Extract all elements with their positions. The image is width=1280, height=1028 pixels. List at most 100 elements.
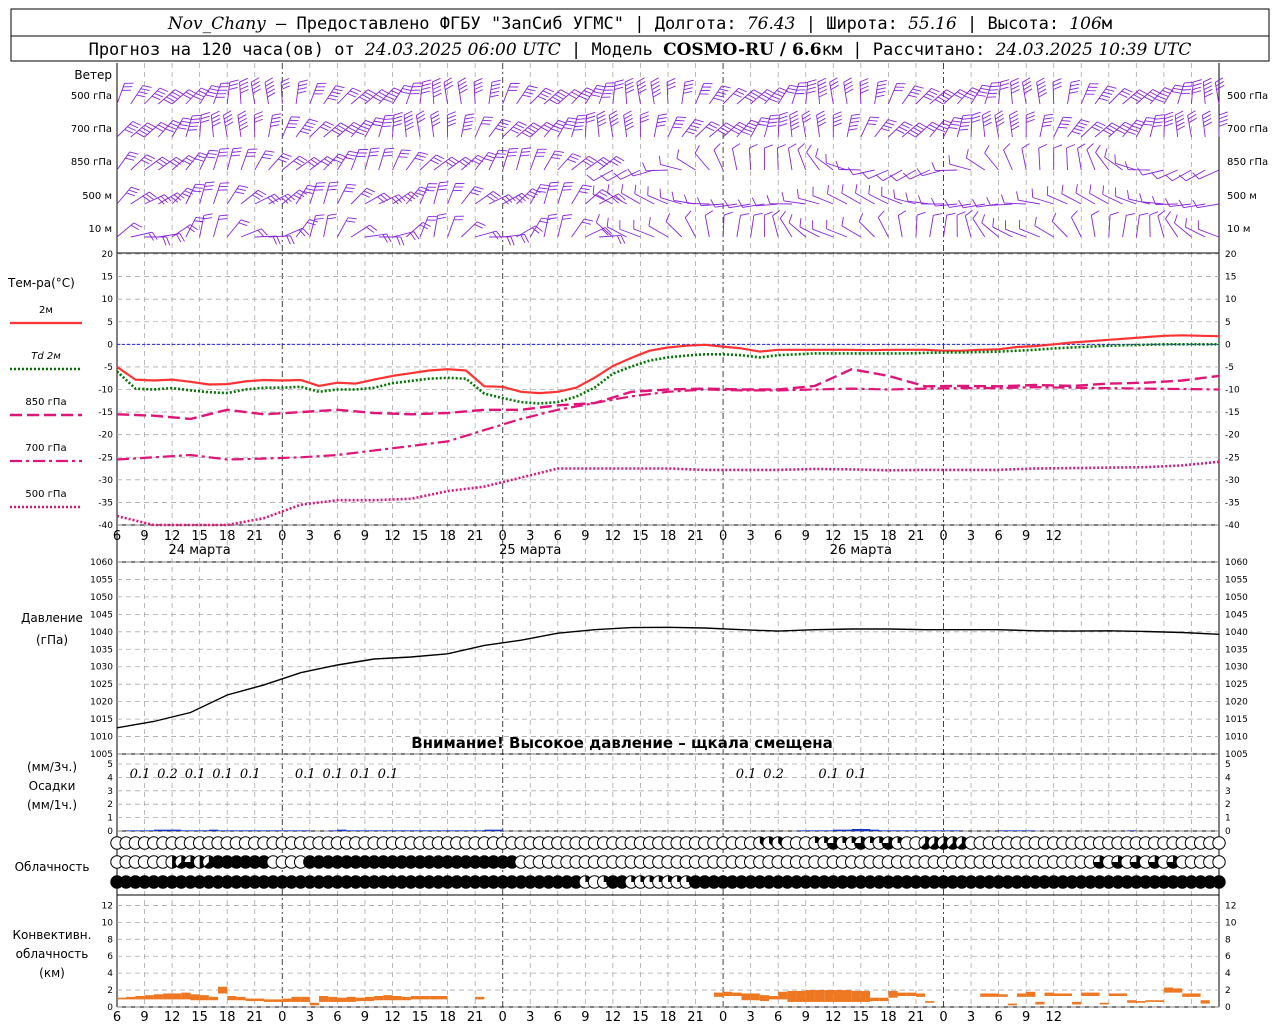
conv-xtick: 6: [994, 1010, 1002, 1024]
wind-barb-feather: [913, 128, 921, 132]
wind-barb-feather: [1147, 118, 1156, 119]
wind-barb: [365, 148, 380, 170]
wind-barb-staff: [1004, 150, 1013, 170]
wind-barb-feather: [855, 184, 856, 193]
pressure-ytick-right: 1030: [1225, 663, 1248, 673]
precip-bar: [420, 830, 429, 831]
conv-xtick: 6: [333, 1010, 341, 1024]
wind-barb: [705, 211, 713, 237]
conv-bar: [1045, 993, 1054, 996]
wind-barb-feather: [507, 156, 516, 157]
conv-bar: [760, 995, 769, 1001]
wind-barb-feather: [421, 91, 430, 93]
wind-barb-feather: [134, 223, 142, 227]
wind-barb-staff: [878, 217, 888, 237]
precip-label-bot: (мм/1ч.): [27, 798, 77, 812]
conv-xtick: 15: [853, 1010, 870, 1024]
temp-xtick: 9: [361, 529, 369, 544]
wind-barb-feather: [521, 235, 525, 243]
conv-bar: [870, 998, 879, 1001]
header-part: 106: [1069, 14, 1102, 34]
wind-barb-feather: [587, 175, 594, 181]
wind-barb: [649, 217, 668, 237]
wind-barb: [888, 84, 905, 104]
wind-barb-feather: [298, 84, 307, 86]
wind-barb-feather: [568, 118, 577, 119]
wind-barb-feather: [540, 94, 548, 98]
wind-barb: [1175, 111, 1185, 137]
conv-bar: [1063, 993, 1072, 996]
wind-barb-staff: [660, 165, 681, 170]
conv-bar: [815, 990, 824, 1002]
wind-barb-feather: [611, 161, 619, 166]
wind-barb-feather: [972, 120, 981, 123]
wind-barb: [200, 112, 210, 137]
wind-barb-feather: [423, 222, 431, 226]
wind-barb-feather: [218, 219, 227, 220]
precip-bar: [135, 830, 144, 831]
wind-barb-feather: [827, 185, 828, 194]
precip-ytick-left: 0: [107, 827, 113, 837]
wind-barb-feather: [862, 172, 868, 178]
precip-3h-label: 0.1: [378, 767, 399, 782]
wind-barb-feather: [1204, 82, 1212, 86]
wind-barb-feather: [691, 125, 700, 128]
wind-barb-feather: [537, 191, 546, 192]
wind-barb-feather: [791, 126, 799, 130]
temp-legend-label: 2м: [39, 305, 53, 316]
conv-bar: [475, 997, 484, 1000]
wind-barb-feather: [483, 120, 492, 121]
wind-barb-feather: [1011, 86, 1019, 90]
cloud-circle: [1213, 876, 1225, 888]
conv-bar: [852, 991, 861, 1002]
wind-barb-feather: [160, 88, 168, 91]
conv-bar: [190, 994, 199, 1000]
temp-ytick-left: -10: [98, 386, 113, 396]
wind-barb: [379, 148, 394, 170]
precip-bar: [916, 830, 925, 831]
wind-barb-feather: [137, 95, 146, 97]
wind-barb: [714, 144, 723, 170]
wind-barb: [238, 111, 248, 137]
wind-barb: [640, 112, 648, 137]
wind-barb-staff: [965, 216, 971, 237]
wind-barb-feather: [340, 123, 348, 127]
wind-level-label-right: 500 гПа: [1227, 91, 1268, 102]
wind-barb-feather: [845, 89, 853, 93]
conv-bar: [1026, 992, 1035, 997]
wind-barb: [475, 117, 493, 137]
wind-barb: [1076, 184, 1095, 204]
wind-barb-feather: [225, 118, 233, 123]
conv-bar: [797, 991, 806, 1002]
conv-bar: [714, 993, 723, 997]
wind-barb-feather: [218, 156, 227, 157]
precip-bar: [797, 830, 806, 831]
wind-barb-feather: [950, 124, 959, 125]
wind-barb-feather: [208, 154, 217, 155]
wind-barb-feather: [538, 96, 546, 100]
wind-barb: [827, 220, 847, 237]
wind-barb-feather: [667, 78, 675, 82]
wind-barb-feather: [598, 122, 606, 126]
wind-barb-staff: [935, 170, 957, 171]
wind-barb-feather: [393, 120, 402, 123]
wind-barb-feather: [748, 95, 756, 99]
wind-barb-feather: [745, 97, 753, 101]
wind-barb-feather: [330, 95, 339, 97]
wind-barb: [489, 119, 511, 137]
wind-barb-feather: [997, 122, 1005, 127]
wind-barb-feather: [219, 152, 228, 153]
wind-barb-feather: [465, 117, 474, 119]
wind-barb-feather: [253, 89, 261, 94]
conv-xtick: 12: [825, 1010, 842, 1024]
wind-barb-feather: [368, 90, 376, 94]
pressure-ytick-right: 1055: [1225, 575, 1248, 585]
wind-barb: [1004, 144, 1013, 170]
wind-barb: [971, 112, 980, 137]
conv-bar: [1155, 1000, 1164, 1002]
wind-barb: [503, 83, 520, 104]
wind-barb-feather: [869, 185, 870, 194]
temp-xtick: 9: [1022, 529, 1030, 544]
wind-barb: [601, 170, 627, 181]
wind-barb-feather: [769, 99, 777, 102]
